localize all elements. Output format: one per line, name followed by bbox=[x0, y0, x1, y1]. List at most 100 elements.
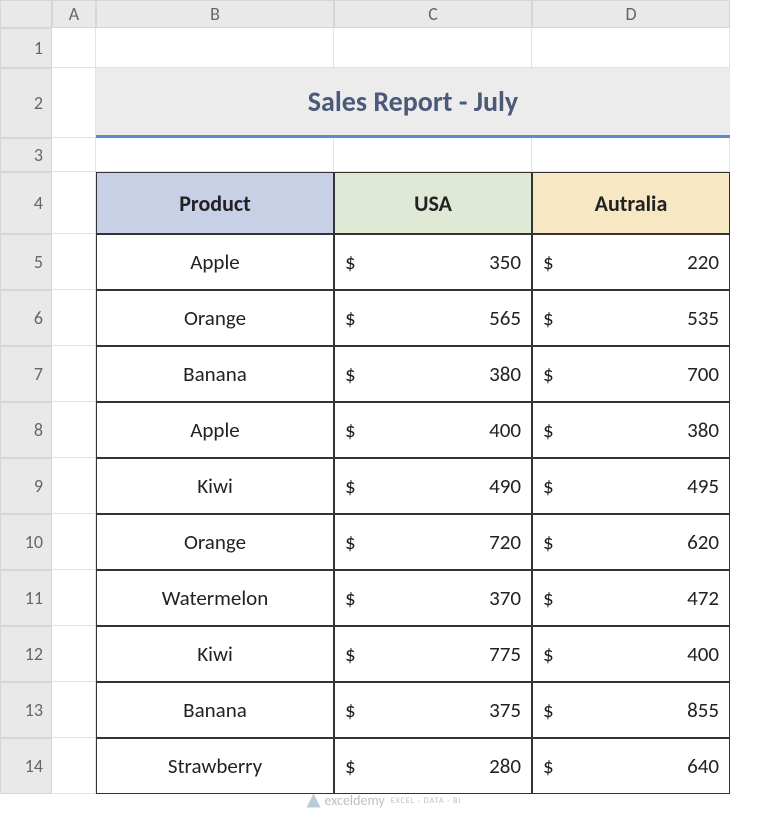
value: 775 bbox=[489, 641, 521, 667]
col-header-A[interactable]: A bbox=[52, 0, 96, 28]
currency-symbol: $ bbox=[543, 753, 554, 779]
value: 855 bbox=[687, 697, 719, 723]
row-header-8[interactable]: 8 bbox=[0, 402, 52, 458]
cell-usa[interactable]: $490 bbox=[334, 458, 532, 514]
cell-product[interactable]: Kiwi bbox=[96, 458, 334, 514]
currency-symbol: $ bbox=[543, 585, 554, 611]
cell-A11[interactable] bbox=[52, 570, 96, 626]
cell-A5[interactable] bbox=[52, 234, 96, 290]
row-header-2[interactable]: 2 bbox=[0, 68, 52, 138]
cell-C1[interactable] bbox=[334, 28, 532, 68]
value: 620 bbox=[687, 529, 719, 555]
cell-product[interactable]: Strawberry bbox=[96, 738, 334, 794]
row-header-12[interactable]: 12 bbox=[0, 626, 52, 682]
value: 490 bbox=[489, 473, 521, 499]
col-header-C[interactable]: C bbox=[334, 0, 532, 28]
cell-aus[interactable]: $640 bbox=[532, 738, 730, 794]
cell-usa[interactable]: $370 bbox=[334, 570, 532, 626]
row-header-7[interactable]: 7 bbox=[0, 346, 52, 402]
value: 700 bbox=[687, 361, 719, 387]
cell-C3[interactable] bbox=[334, 138, 532, 172]
cell-D3[interactable] bbox=[532, 138, 730, 172]
cell-product[interactable]: Watermelon bbox=[96, 570, 334, 626]
watermark: exceldemy EXCEL · DATA · BI bbox=[307, 792, 462, 809]
header-usa[interactable]: USA bbox=[334, 172, 532, 234]
spreadsheet-grid: A B C D 1 2 Sales Report - July 3 4 Prod… bbox=[0, 0, 768, 794]
cell-A4[interactable] bbox=[52, 172, 96, 234]
row-header-1[interactable]: 1 bbox=[0, 28, 52, 68]
row-header-11[interactable]: 11 bbox=[0, 570, 52, 626]
cell-A8[interactable] bbox=[52, 402, 96, 458]
row-header-13[interactable]: 13 bbox=[0, 682, 52, 738]
row-header-5[interactable]: 5 bbox=[0, 234, 52, 290]
cell-aus[interactable]: $472 bbox=[532, 570, 730, 626]
cell-A1[interactable] bbox=[52, 28, 96, 68]
cell-aus[interactable]: $220 bbox=[532, 234, 730, 290]
cell-usa[interactable]: $565 bbox=[334, 290, 532, 346]
currency-symbol: $ bbox=[543, 417, 554, 443]
cell-A12[interactable] bbox=[52, 626, 96, 682]
row-header-10[interactable]: 10 bbox=[0, 514, 52, 570]
value: 380 bbox=[687, 417, 719, 443]
value: 380 bbox=[489, 361, 521, 387]
header-australia[interactable]: Autralia bbox=[532, 172, 730, 234]
cell-usa[interactable]: $280 bbox=[334, 738, 532, 794]
select-all-corner[interactable] bbox=[0, 0, 52, 28]
report-title[interactable]: Sales Report - July bbox=[96, 68, 730, 138]
cell-B3[interactable] bbox=[96, 138, 334, 172]
cell-usa[interactable]: $375 bbox=[334, 682, 532, 738]
cell-A10[interactable] bbox=[52, 514, 96, 570]
value: 280 bbox=[489, 753, 521, 779]
cell-product[interactable]: Banana bbox=[96, 346, 334, 402]
cell-aus[interactable]: $700 bbox=[532, 346, 730, 402]
cell-aus[interactable]: $380 bbox=[532, 402, 730, 458]
currency-symbol: $ bbox=[543, 641, 554, 667]
cell-product[interactable]: Apple bbox=[96, 402, 334, 458]
cell-product[interactable]: Banana bbox=[96, 682, 334, 738]
cell-usa[interactable]: $775 bbox=[334, 626, 532, 682]
watermark-brand: exceldemy bbox=[325, 792, 385, 809]
col-header-B[interactable]: B bbox=[96, 0, 334, 28]
currency-symbol: $ bbox=[543, 529, 554, 555]
value: 350 bbox=[489, 249, 521, 275]
cell-B1[interactable] bbox=[96, 28, 334, 68]
row-header-3[interactable]: 3 bbox=[0, 138, 52, 172]
currency-symbol: $ bbox=[543, 473, 554, 499]
value: 535 bbox=[687, 305, 719, 331]
cell-A7[interactable] bbox=[52, 346, 96, 402]
col-header-D[interactable]: D bbox=[532, 0, 730, 28]
currency-symbol: $ bbox=[345, 529, 356, 555]
cell-usa[interactable]: $380 bbox=[334, 346, 532, 402]
value: 375 bbox=[489, 697, 521, 723]
cell-aus[interactable]: $495 bbox=[532, 458, 730, 514]
cell-usa[interactable]: $400 bbox=[334, 402, 532, 458]
cell-usa[interactable]: $350 bbox=[334, 234, 532, 290]
cell-A3[interactable] bbox=[52, 138, 96, 172]
cell-A14[interactable] bbox=[52, 738, 96, 794]
cell-product[interactable]: Apple bbox=[96, 234, 334, 290]
currency-symbol: $ bbox=[345, 585, 356, 611]
currency-symbol: $ bbox=[345, 641, 356, 667]
row-header-6[interactable]: 6 bbox=[0, 290, 52, 346]
watermark-logo-icon bbox=[307, 794, 321, 808]
currency-symbol: $ bbox=[345, 249, 356, 275]
cell-aus[interactable]: $620 bbox=[532, 514, 730, 570]
row-header-4[interactable]: 4 bbox=[0, 172, 52, 234]
cell-product[interactable]: Orange bbox=[96, 514, 334, 570]
row-header-14[interactable]: 14 bbox=[0, 738, 52, 794]
currency-symbol: $ bbox=[345, 417, 356, 443]
cell-aus[interactable]: $400 bbox=[532, 626, 730, 682]
cell-aus[interactable]: $535 bbox=[532, 290, 730, 346]
cell-A9[interactable] bbox=[52, 458, 96, 514]
cell-product[interactable]: Orange bbox=[96, 290, 334, 346]
cell-D1[interactable] bbox=[532, 28, 730, 68]
cell-product[interactable]: Kiwi bbox=[96, 626, 334, 682]
value: 565 bbox=[489, 305, 521, 331]
header-product[interactable]: Product bbox=[96, 172, 334, 234]
cell-aus[interactable]: $855 bbox=[532, 682, 730, 738]
cell-A2[interactable] bbox=[52, 68, 96, 138]
row-header-9[interactable]: 9 bbox=[0, 458, 52, 514]
cell-A6[interactable] bbox=[52, 290, 96, 346]
cell-A13[interactable] bbox=[52, 682, 96, 738]
cell-usa[interactable]: $720 bbox=[334, 514, 532, 570]
